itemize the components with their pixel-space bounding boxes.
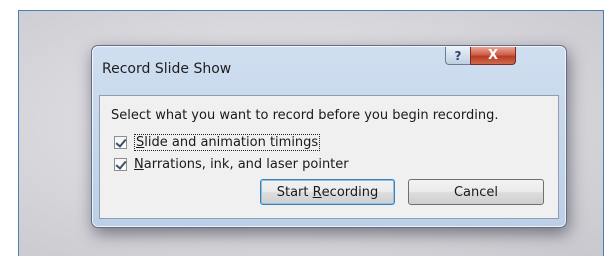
cancel-button[interactable]: Cancel	[408, 179, 544, 205]
dialog-content: Select what you want to record before yo…	[99, 95, 559, 219]
option-narrations-label: Narrations, ink, and laser pointer	[134, 157, 349, 172]
checkbox-slide-timings[interactable]	[114, 136, 127, 149]
start-recording-button[interactable]: Start Recording	[260, 179, 395, 205]
option-slide-timings-label: Slide and animation timings	[134, 134, 321, 151]
question-mark-icon: ?	[454, 48, 462, 63]
record-slide-show-dialog: Record Slide Show ? X Select what you wa…	[91, 45, 567, 228]
option-narrations[interactable]: Narrations, ink, and laser pointer	[114, 157, 349, 172]
presentation-backdrop: Record Slide Show ? X Select what you wa…	[18, 10, 604, 256]
help-button[interactable]: ?	[445, 47, 471, 65]
checkbox-narrations[interactable]	[114, 158, 127, 171]
close-icon: X	[487, 48, 499, 63]
instruction-text: Select what you want to record before yo…	[111, 108, 499, 123]
dialog-title: Record Slide Show	[102, 61, 232, 77]
option-slide-timings[interactable]: Slide and animation timings	[114, 134, 321, 151]
close-button[interactable]: X	[470, 47, 516, 65]
